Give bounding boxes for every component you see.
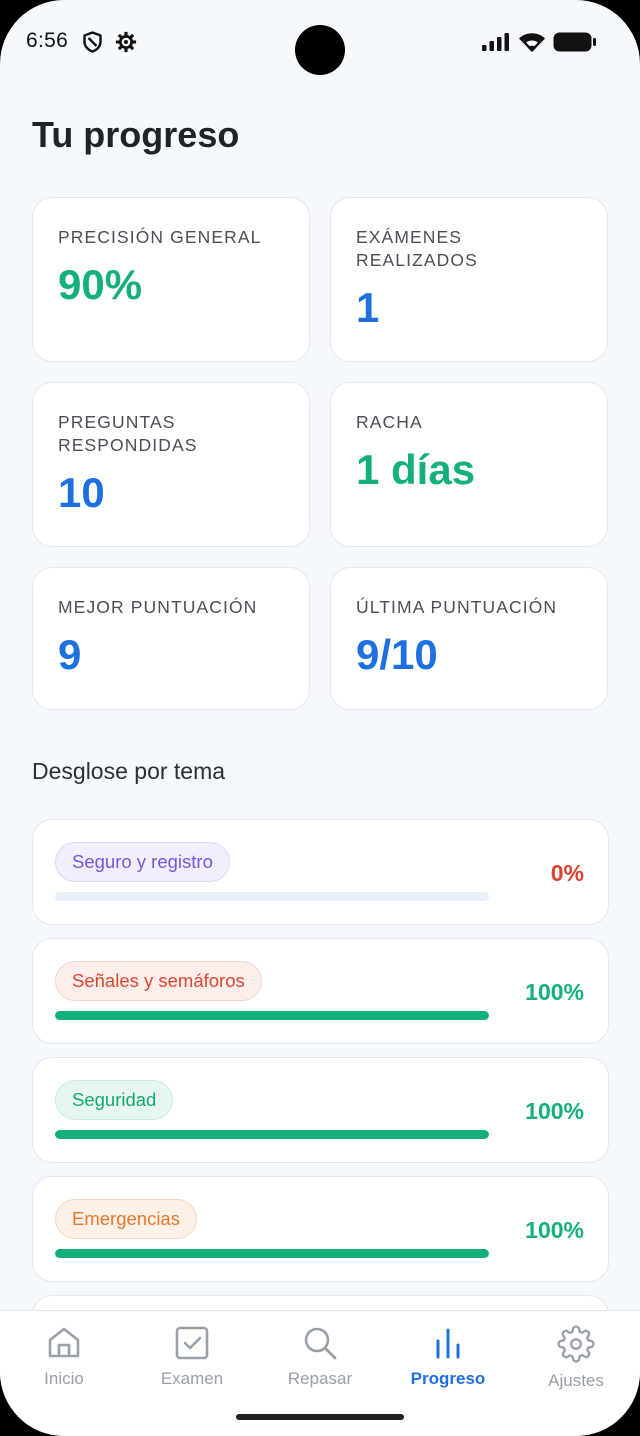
stat-label: MEJOR PUNTUACIÓN xyxy=(58,597,258,617)
stat-value: 90% xyxy=(58,261,143,308)
nav-label: Repasar xyxy=(287,1369,353,1388)
stat-card-questions: PREGUNTAS RESPONDIDAS 10 xyxy=(32,382,310,547)
stat-label: ÚLTIMA PUNTUACIÓN xyxy=(356,597,558,617)
nav-label: Ajustes xyxy=(548,1371,604,1390)
stat-label: RACHA xyxy=(356,412,423,432)
topic-percent: 100% xyxy=(525,979,584,1005)
nav-label: Inicio xyxy=(44,1369,84,1388)
battery-icon xyxy=(553,32,596,52)
topic-progress-fill xyxy=(55,1011,489,1020)
stat-value: 9/10 xyxy=(356,631,438,678)
stat-label: PREGUNTAS RESPONDIDAS xyxy=(58,412,198,455)
status-time: 6:56 xyxy=(26,29,69,52)
topic-progress-track xyxy=(55,1130,489,1139)
bar-chart-icon xyxy=(436,1328,460,1359)
phone-screen: 6:56 Tu progreso PRECISIÓN GENERAL 90% E… xyxy=(0,0,640,1436)
stat-value: 10 xyxy=(58,469,105,516)
breakdown-title: Desglose por tema xyxy=(32,758,226,784)
topic-card-safety[interactable]: Seguridad 100% xyxy=(32,1057,609,1163)
status-bar: 6:56 xyxy=(0,0,640,84)
signal-icon xyxy=(482,33,509,51)
gear-icon xyxy=(557,1325,595,1363)
stat-value: 1 días xyxy=(356,446,476,493)
topic-percent: 100% xyxy=(525,1098,584,1124)
stat-value: 9 xyxy=(58,631,82,678)
camera-cutout xyxy=(295,25,345,75)
stat-card-accuracy: PRECISIÓN GENERAL 90% xyxy=(32,197,310,362)
nav-label: Examen xyxy=(160,1369,224,1388)
topic-progress-fill xyxy=(55,1130,489,1139)
home-icon xyxy=(48,1327,80,1358)
gear-icon xyxy=(115,31,137,53)
topic-progress-fill xyxy=(55,1249,489,1258)
nav-item-inicio[interactable]: Inicio xyxy=(0,1325,128,1389)
stat-value: 1 xyxy=(356,284,380,331)
nav-item-ajustes[interactable]: Ajustes xyxy=(512,1325,640,1391)
topic-chip: Señales y semáforos xyxy=(55,961,262,1001)
topic-chip: Seguro y registro xyxy=(55,842,230,882)
nav-item-examen[interactable]: Examen xyxy=(128,1325,256,1389)
topic-progress-track xyxy=(55,892,489,901)
stat-card-last-score: ÚLTIMA PUNTUACIÓN 9/10 xyxy=(330,567,608,710)
topic-percent: 0% xyxy=(550,860,584,886)
search-icon xyxy=(304,1327,337,1360)
stat-card-exams: EXÁMENES REALIZADOS 1 xyxy=(330,197,608,362)
wifi-icon xyxy=(519,33,545,52)
checkbox-icon xyxy=(175,1326,209,1360)
stat-card-best-score: MEJOR PUNTUACIÓN 9 xyxy=(32,567,310,710)
nav-item-repasar[interactable]: Repasar xyxy=(256,1325,384,1389)
topic-chip: Seguridad xyxy=(55,1080,174,1120)
topic-card-signals[interactable]: Señales y semáforos 100% xyxy=(32,938,609,1044)
stat-card-streak: RACHA 1 días xyxy=(330,382,608,547)
topic-card-emergencies[interactable]: Emergencias 100% xyxy=(32,1176,609,1282)
topic-card-insurance[interactable]: Seguro y registro 0% xyxy=(32,819,609,925)
page-title: Tu progreso xyxy=(32,114,240,155)
home-indicator[interactable] xyxy=(236,1414,404,1420)
shield-icon xyxy=(83,31,102,53)
topic-chip: Emergencias xyxy=(55,1199,197,1239)
topic-progress-track xyxy=(55,1249,489,1258)
stat-label: EXÁMENES REALIZADOS xyxy=(356,227,478,270)
nav-item-progreso[interactable]: Progreso xyxy=(384,1325,512,1389)
topic-percent: 100% xyxy=(525,1217,584,1243)
nav-label: Progreso xyxy=(410,1369,486,1388)
topic-progress-track xyxy=(55,1011,489,1020)
stat-label: PRECISIÓN GENERAL xyxy=(58,227,262,247)
